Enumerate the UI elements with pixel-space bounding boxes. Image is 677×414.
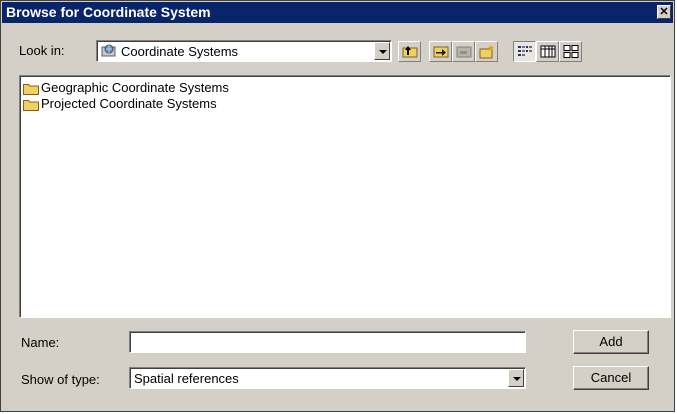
- up-one-level-button[interactable]: [398, 41, 421, 62]
- show-of-type-value: Spatial references: [134, 371, 239, 386]
- show-of-type-combo[interactable]: Spatial references: [129, 367, 526, 389]
- show-of-type-label: Show of type:: [21, 372, 100, 387]
- list-view-icon: [518, 46, 532, 56]
- details-view-button[interactable]: [536, 41, 559, 62]
- list-item[interactable]: Geographic Coordinate Systems: [23, 80, 229, 96]
- title-bar: Browse for Coordinate System ✕: [2, 2, 673, 23]
- cancel-button[interactable]: Cancel: [573, 366, 649, 390]
- list-item-label: Projected Coordinate Systems: [41, 96, 217, 111]
- disconnect-folder-icon: [456, 46, 472, 58]
- file-list[interactable]: Geographic Coordinate Systems Projected …: [19, 75, 671, 318]
- up-folder-icon: [402, 46, 418, 58]
- show-of-type-dropdown-button[interactable]: [508, 369, 524, 387]
- disconnect-folder-button[interactable]: [452, 41, 475, 62]
- close-icon: ✕: [659, 6, 669, 18]
- close-button[interactable]: ✕: [657, 5, 671, 19]
- folder-icon: [23, 100, 39, 111]
- folder-icon: [23, 84, 39, 95]
- details-view-icon: [540, 45, 556, 58]
- dialog-title: Browse for Coordinate System: [6, 4, 211, 20]
- list-item-label: Geographic Coordinate Systems: [41, 80, 229, 95]
- look-in-label: Look in:: [19, 43, 65, 58]
- thumbnails-view-icon: [563, 45, 579, 58]
- new-folder-icon: [479, 45, 494, 59]
- look-in-value: Coordinate Systems: [121, 44, 239, 59]
- name-label: Name:: [21, 335, 60, 350]
- new-folder-button[interactable]: [475, 41, 498, 62]
- connect-folder-icon: [433, 46, 449, 58]
- browse-dialog: Browse for Coordinate System ✕ Look in: …: [0, 0, 675, 412]
- list-item[interactable]: Projected Coordinate Systems: [23, 96, 217, 112]
- add-button[interactable]: Add: [573, 330, 649, 354]
- thumbnails-view-button[interactable]: [559, 41, 582, 62]
- name-field[interactable]: [129, 331, 526, 353]
- connect-folder-button[interactable]: [429, 41, 452, 62]
- look-in-dropdown-button[interactable]: [374, 42, 390, 60]
- look-in-combo[interactable]: Coordinate Systems: [96, 40, 392, 62]
- coordinate-folder-icon: [101, 43, 117, 61]
- list-view-button[interactable]: [513, 41, 536, 62]
